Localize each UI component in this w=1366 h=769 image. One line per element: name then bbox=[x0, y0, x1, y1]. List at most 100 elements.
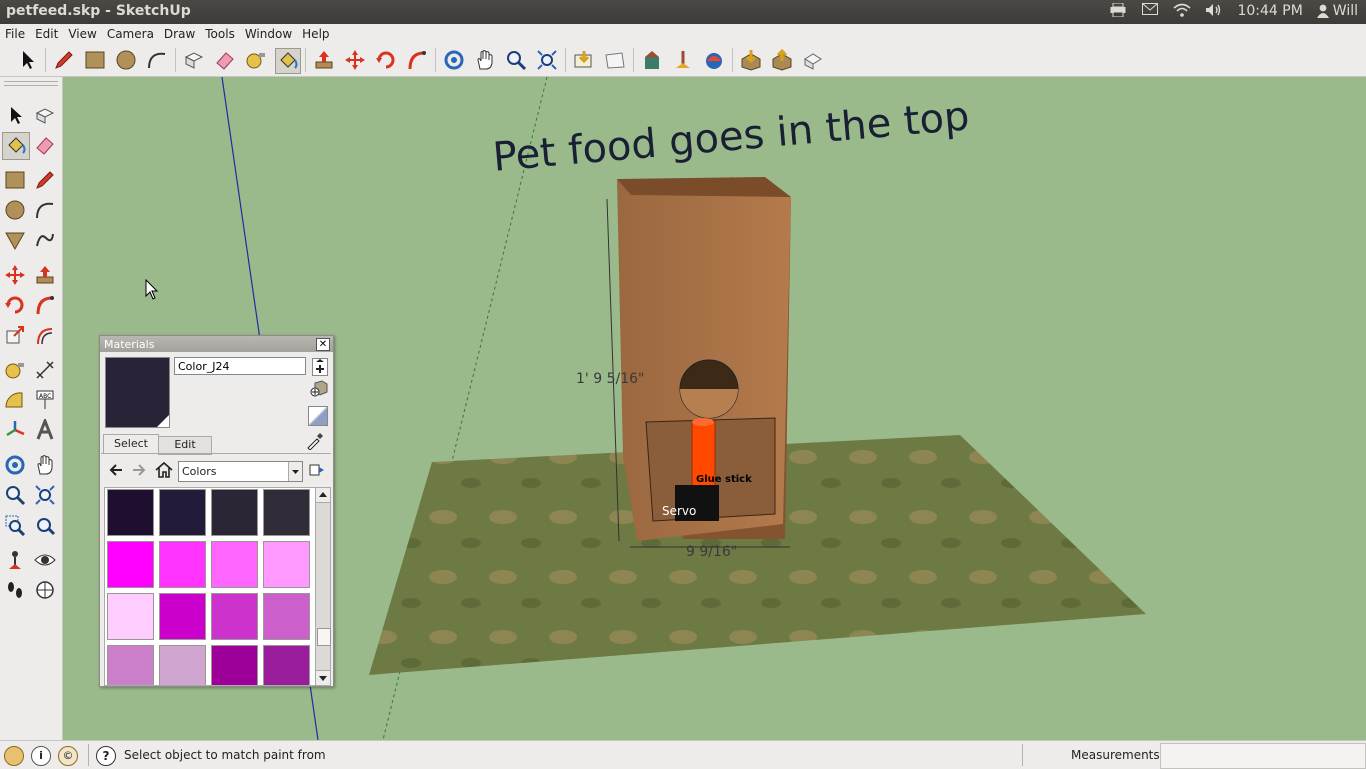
material-name-input[interactable] bbox=[174, 357, 306, 375]
make-component-button[interactable] bbox=[32, 102, 58, 128]
look-around-button[interactable] bbox=[32, 547, 58, 573]
material-swatch[interactable] bbox=[211, 541, 258, 588]
material-swatch[interactable] bbox=[263, 541, 310, 588]
freehand-tool-button[interactable] bbox=[32, 227, 58, 253]
sign-in-icon[interactable]: © bbox=[58, 746, 78, 766]
protractor-tool-button[interactable] bbox=[2, 387, 28, 413]
material-swatch[interactable] bbox=[211, 489, 258, 536]
push-pull-button[interactable] bbox=[312, 48, 336, 72]
follow-me-button[interactable] bbox=[405, 48, 429, 72]
tape-measure-button[interactable] bbox=[2, 357, 28, 383]
volume-icon[interactable] bbox=[1205, 3, 1223, 19]
circle-tool-button[interactable] bbox=[114, 48, 138, 72]
arc-tool-button[interactable] bbox=[145, 48, 169, 72]
scroll-thumb[interactable] bbox=[317, 628, 331, 646]
clock[interactable]: 10:44 PM bbox=[1237, 3, 1302, 19]
scroll-down-icon[interactable] bbox=[316, 670, 330, 685]
menu-window[interactable]: Window bbox=[240, 24, 297, 41]
text-tool-button[interactable]: ABC bbox=[32, 387, 58, 413]
height-dimension-label[interactable]: 1' 9 5/16" bbox=[576, 371, 644, 387]
paint-bucket-button[interactable] bbox=[275, 48, 301, 74]
get-models-button[interactable] bbox=[739, 48, 763, 72]
material-swatch[interactable] bbox=[159, 541, 206, 588]
material-swatch[interactable] bbox=[263, 645, 310, 685]
share-component-button[interactable] bbox=[801, 48, 825, 72]
material-swatch[interactable] bbox=[107, 645, 154, 685]
menu-file[interactable]: File bbox=[0, 24, 30, 41]
forward-button[interactable] bbox=[131, 462, 147, 478]
axes-tool-button[interactable] bbox=[2, 417, 28, 443]
tab-select[interactable]: Select bbox=[103, 434, 159, 454]
instructor-help-icon[interactable]: ? bbox=[96, 746, 116, 766]
follow-me-button[interactable] bbox=[32, 292, 58, 318]
zoom-extents-button[interactable] bbox=[535, 48, 559, 72]
polygon-tool-button[interactable] bbox=[2, 227, 28, 253]
orbit-tool-button[interactable] bbox=[442, 48, 466, 72]
next-view-button[interactable] bbox=[603, 48, 627, 72]
move-tool-button[interactable] bbox=[343, 48, 367, 72]
width-dimension-label[interactable]: 9 9/16" bbox=[686, 544, 737, 560]
rectangle-tool-button[interactable] bbox=[83, 48, 107, 72]
section-plane-button[interactable] bbox=[32, 577, 58, 603]
materials-panel-titlebar[interactable]: Materials ✕ bbox=[100, 336, 333, 352]
material-swatch[interactable] bbox=[107, 593, 154, 640]
zoom-extents-button[interactable] bbox=[32, 482, 58, 508]
library-dropdown[interactable]: Colors bbox=[178, 461, 303, 482]
move-tool-button[interactable] bbox=[2, 262, 28, 288]
printer-icon[interactable] bbox=[1109, 2, 1127, 19]
material-swatch[interactable] bbox=[159, 593, 206, 640]
select-tool-button[interactable] bbox=[16, 48, 40, 72]
menu-help[interactable]: Help bbox=[297, 24, 334, 41]
rectangle-tool-button[interactable] bbox=[2, 167, 28, 193]
position-camera-button[interactable] bbox=[2, 547, 28, 573]
scale-tool-button[interactable] bbox=[2, 322, 28, 348]
measurements-input[interactable] bbox=[1160, 743, 1366, 769]
tape-measure-button[interactable] bbox=[244, 48, 268, 72]
paint-bucket-button[interactable] bbox=[2, 132, 30, 160]
previous-view-button[interactable] bbox=[32, 512, 58, 538]
material-swatch[interactable] bbox=[263, 593, 310, 640]
material-swatch[interactable] bbox=[211, 645, 258, 685]
select-tool-button[interactable] bbox=[2, 102, 28, 128]
home-button[interactable] bbox=[155, 461, 173, 479]
pan-tool-button[interactable] bbox=[32, 452, 58, 478]
position-camera-button[interactable] bbox=[671, 48, 695, 72]
menu-tools[interactable]: Tools bbox=[200, 24, 240, 41]
menu-edit[interactable]: Edit bbox=[30, 24, 63, 41]
close-icon[interactable]: ✕ bbox=[316, 338, 330, 351]
default-material-button[interactable] bbox=[308, 406, 328, 426]
details-button[interactable] bbox=[309, 462, 325, 478]
credits-icon[interactable]: i bbox=[31, 746, 51, 766]
back-button[interactable] bbox=[108, 462, 124, 478]
swatch-scrollbar[interactable] bbox=[315, 487, 331, 686]
user-menu[interactable]: Will bbox=[1316, 3, 1358, 19]
eraser-tool-button[interactable] bbox=[213, 48, 237, 72]
offset-tool-button[interactable] bbox=[32, 322, 58, 348]
material-swatch[interactable] bbox=[263, 489, 310, 536]
material-swatch[interactable] bbox=[107, 541, 154, 588]
rotate-tool-button[interactable] bbox=[2, 292, 28, 318]
pencil-tool-button[interactable] bbox=[52, 48, 76, 72]
make-component-button[interactable] bbox=[182, 48, 206, 72]
material-swatch[interactable] bbox=[107, 489, 154, 536]
previous-view-button[interactable] bbox=[572, 48, 596, 72]
share-model-button[interactable] bbox=[770, 48, 794, 72]
pencil-tool-button[interactable] bbox=[32, 167, 58, 193]
circle-tool-button[interactable] bbox=[2, 197, 28, 223]
create-material-button[interactable] bbox=[310, 380, 328, 398]
menu-camera[interactable]: Camera bbox=[102, 24, 159, 41]
look-around-button[interactable] bbox=[702, 48, 726, 72]
arc-tool-button[interactable] bbox=[32, 197, 58, 223]
sample-paint-button[interactable] bbox=[306, 432, 324, 451]
geo-location-icon[interactable] bbox=[4, 746, 24, 766]
eraser-tool-button[interactable] bbox=[32, 132, 58, 158]
mail-icon[interactable] bbox=[1141, 3, 1159, 19]
wifi-icon[interactable] bbox=[1173, 3, 1191, 19]
3d-text-tool-button[interactable] bbox=[32, 417, 58, 443]
walk-tool-button[interactable] bbox=[2, 577, 28, 603]
toolbar-grip[interactable] bbox=[4, 81, 58, 86]
display-secondary-button[interactable] bbox=[312, 358, 328, 376]
material-swatch[interactable] bbox=[159, 645, 206, 685]
material-swatch[interactable] bbox=[159, 489, 206, 536]
zoom-window-button[interactable] bbox=[2, 512, 28, 538]
